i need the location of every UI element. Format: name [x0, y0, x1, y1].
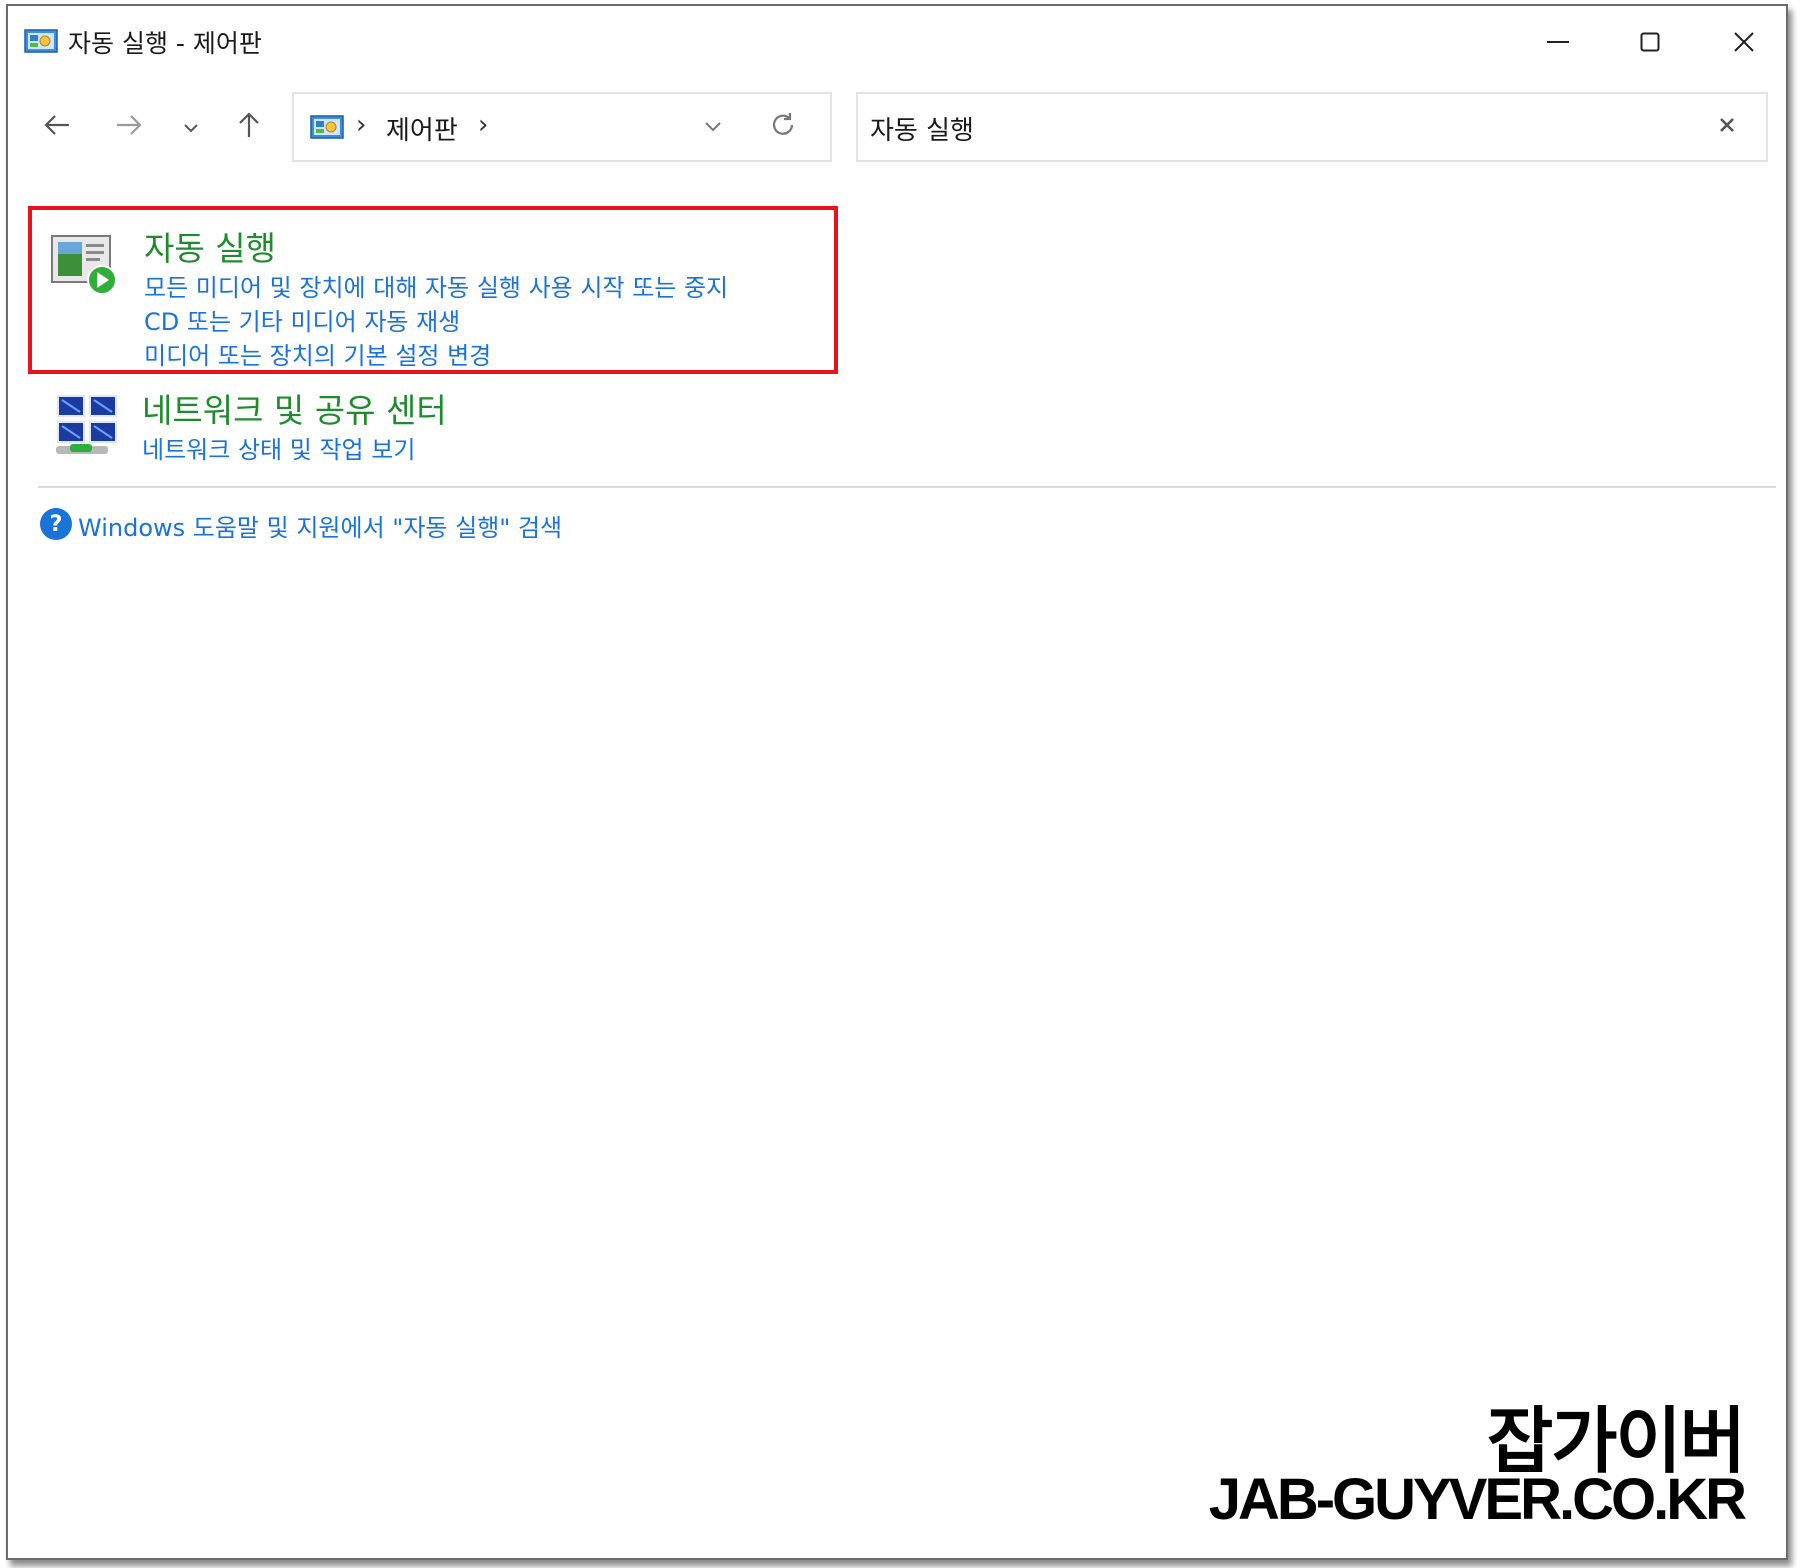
result-highlight-box: 자동 실행 모든 미디어 및 장치에 대해 자동 실행 사용 시작 또는 중지 … [28, 206, 838, 374]
result-title-autoplay[interactable]: 자동 실행 [144, 222, 276, 270]
breadcrumb-separator[interactable]: › [356, 110, 366, 140]
breadcrumb-control-panel[interactable]: 제어판 [386, 110, 458, 147]
result-link[interactable]: 모든 미디어 및 장치에 대해 자동 실행 사용 시작 또는 중지 [144, 268, 728, 303]
chevron-down-icon [704, 118, 722, 137]
close-icon [1718, 116, 1736, 138]
arrow-up-icon [237, 111, 261, 143]
control-panel-icon [24, 28, 58, 56]
chevron-down-icon [183, 118, 199, 137]
watermark-url: JAB-GUYVER.CO.KR [1208, 1467, 1747, 1532]
back-button[interactable] [32, 102, 82, 152]
windows-help-search-link[interactable]: Windows 도움말 및 지원에서 "자동 실행" 검색 [78, 508, 562, 543]
breadcrumb-separator[interactable]: › [478, 110, 488, 140]
clear-search-button[interactable] [1712, 112, 1742, 142]
up-button[interactable] [224, 102, 274, 152]
control-panel-icon [310, 114, 344, 142]
divider [38, 486, 1776, 488]
control-panel-window: 자동 실행 - 제어판 › 제어판 › 자동 실행 자동 실행 모든 미디어 및… [6, 4, 1788, 1560]
refresh-button[interactable] [766, 110, 800, 144]
minimize-button[interactable] [1528, 20, 1588, 64]
result-link[interactable]: 네트워크 상태 및 작업 보기 [142, 430, 415, 465]
address-bar[interactable]: › 제어판 › [292, 92, 832, 162]
close-button[interactable] [1714, 20, 1774, 64]
network-icon [52, 390, 122, 462]
address-dropdown-button[interactable] [698, 112, 728, 142]
arrow-right-icon [115, 113, 143, 141]
maximize-button[interactable] [1620, 20, 1680, 64]
recent-locations-button[interactable] [166, 102, 216, 152]
refresh-icon [769, 111, 797, 143]
search-box[interactable]: 자동 실행 [856, 92, 1768, 162]
window-title: 자동 실행 - 제어판 [68, 29, 262, 58]
forward-button[interactable] [104, 102, 154, 152]
autoplay-icon [50, 232, 118, 296]
search-input[interactable]: 자동 실행 [870, 110, 974, 147]
arrow-left-icon [43, 113, 71, 141]
result-link[interactable]: 미디어 또는 장치의 기본 설정 변경 [144, 336, 491, 371]
result-title-network[interactable]: 네트워크 및 공유 센터 [142, 384, 447, 432]
title-bar: 자동 실행 - 제어판 [8, 6, 1786, 76]
help-icon: ? [40, 508, 72, 540]
result-link[interactable]: CD 또는 기타 미디어 자동 재생 [144, 302, 460, 337]
